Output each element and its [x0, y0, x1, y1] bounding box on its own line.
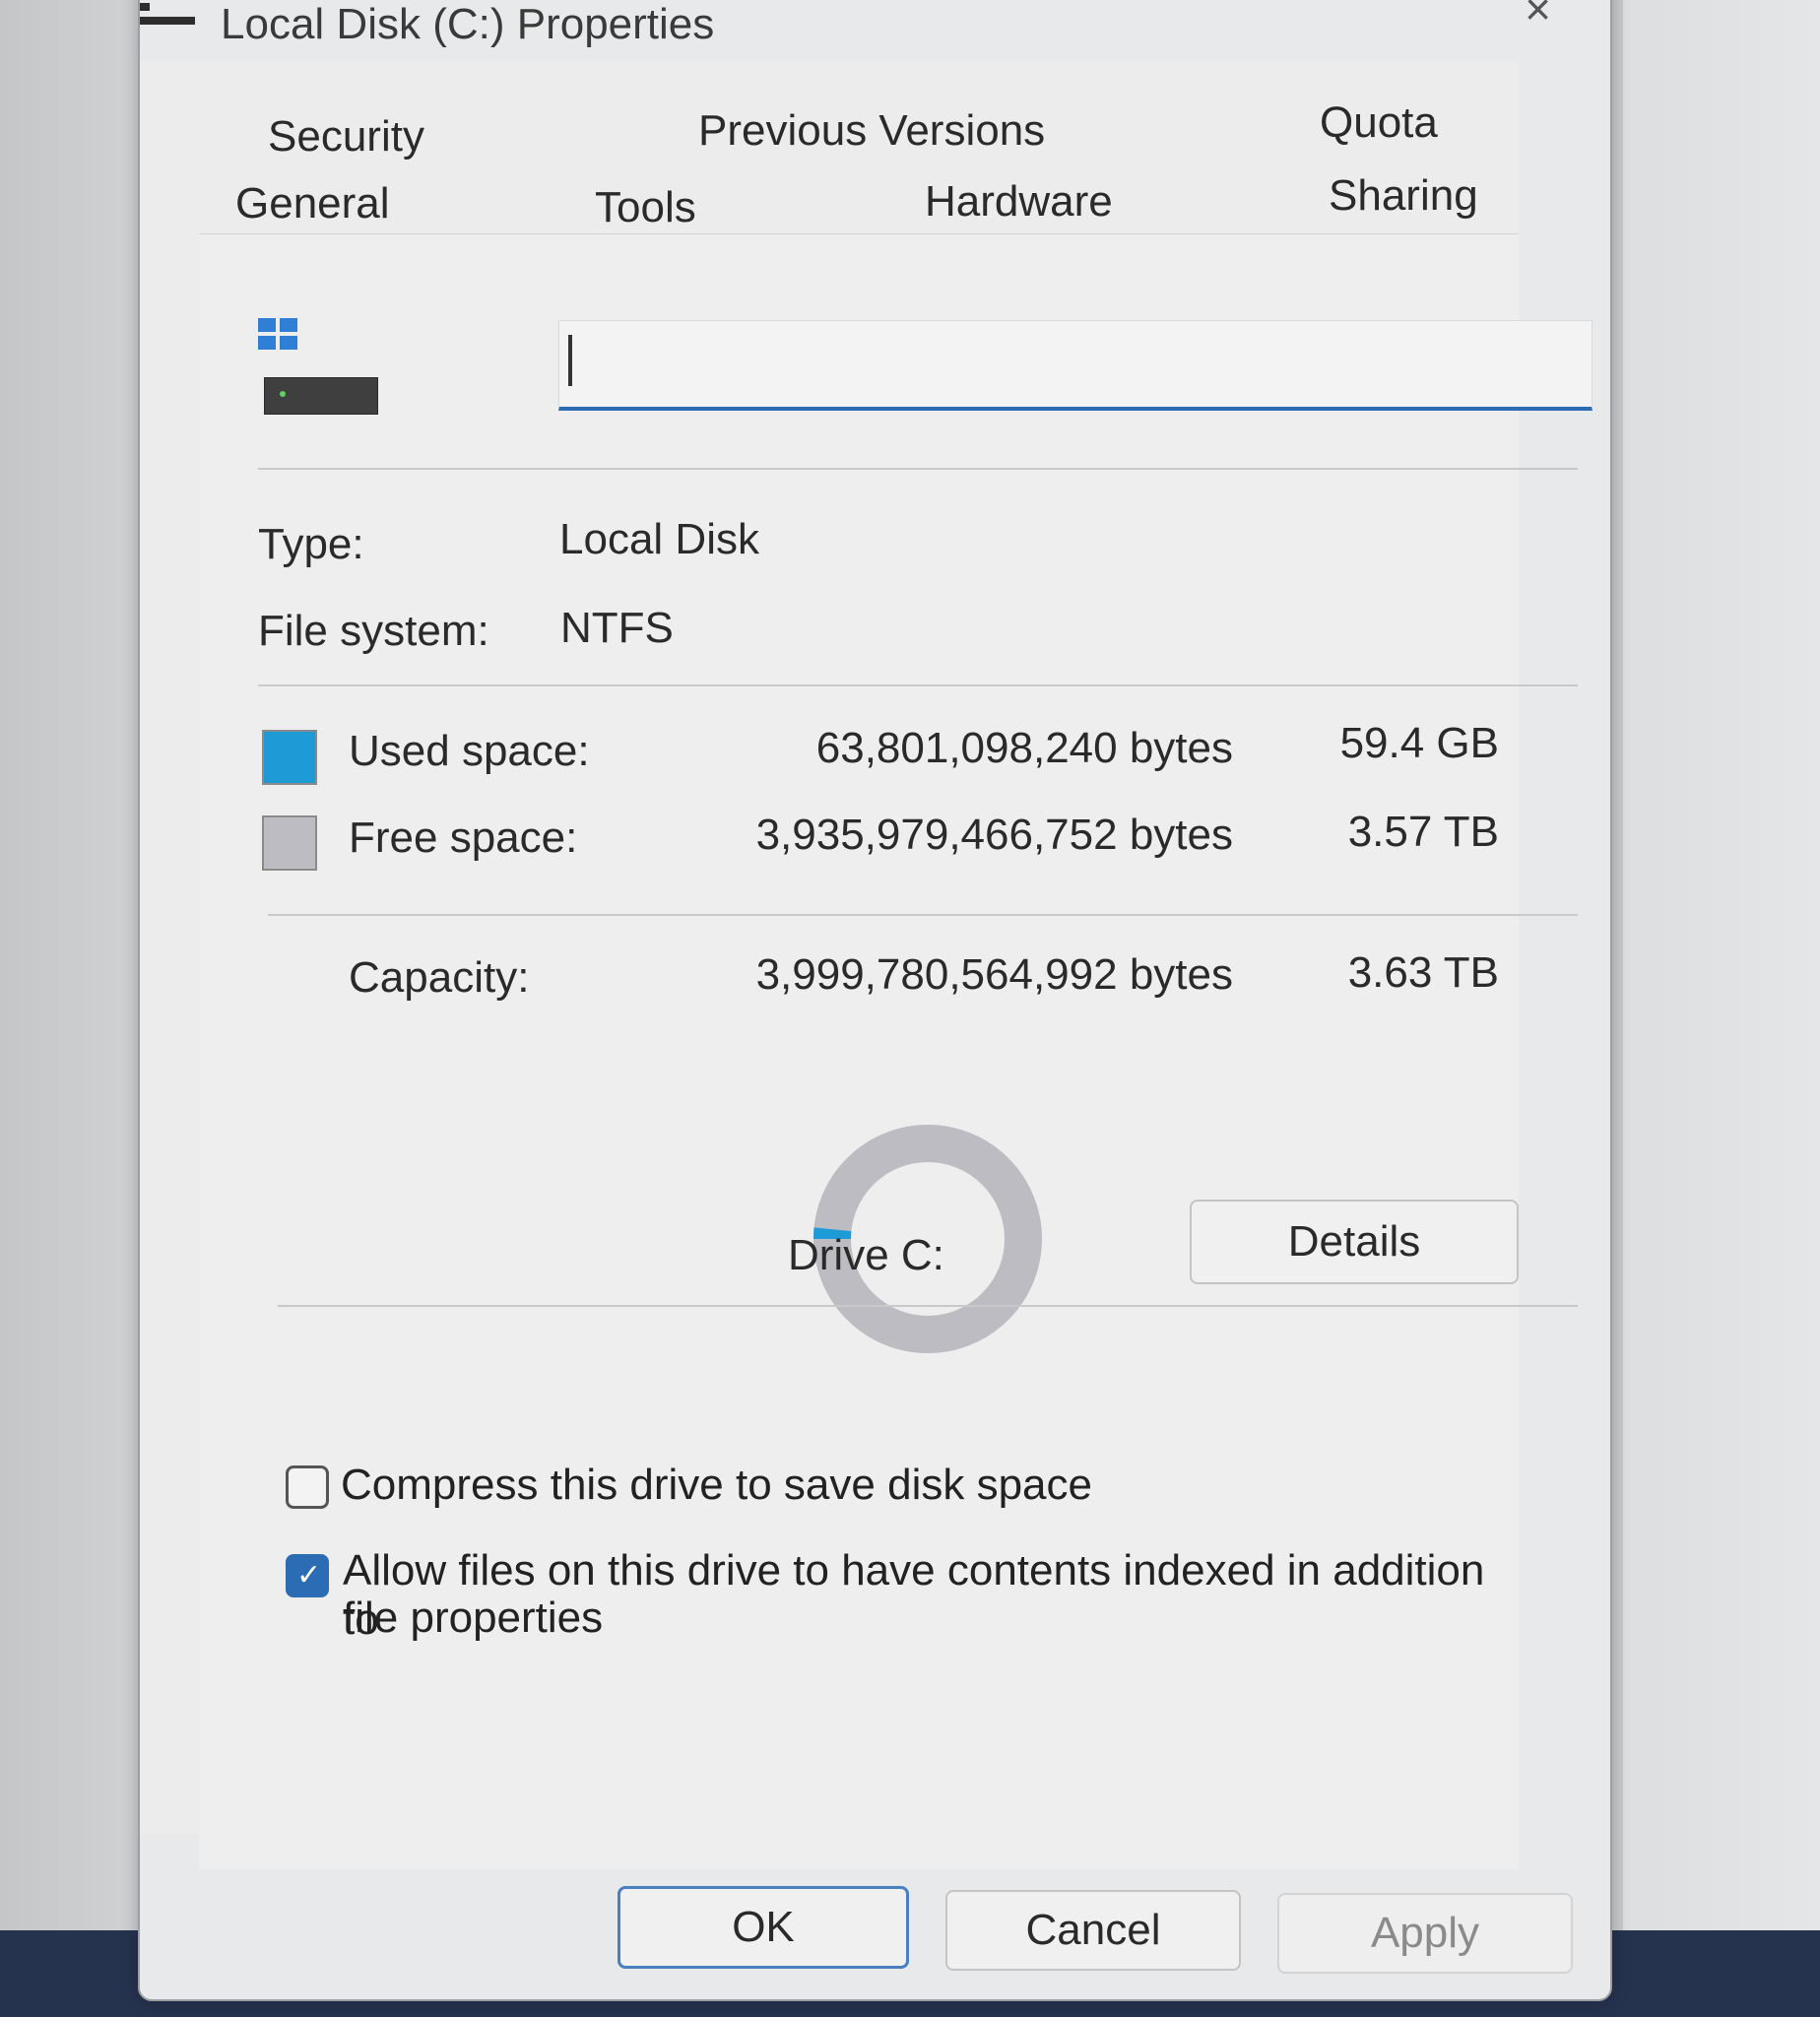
drive-title-icon — [140, 3, 195, 29]
free-space-label: Free space: — [349, 813, 578, 862]
capacity-size: 3.63 TB — [1347, 948, 1499, 997]
capacity-label: Capacity: — [349, 953, 530, 1002]
compress-label: Compress this drive to save disk space — [341, 1461, 1092, 1509]
used-space-label: Used space: — [349, 727, 590, 775]
drive-icon — [258, 318, 378, 426]
window-title: Local Disk (C:) Properties — [221, 0, 715, 48]
used-space-bytes: 63,801,098,240 bytes — [815, 724, 1233, 772]
divider — [258, 684, 1578, 686]
desktop-background-right — [1623, 0, 1820, 1960]
drive-label: Drive C: — [788, 1231, 944, 1279]
desktop-background-left — [0, 0, 148, 2017]
details-button[interactable]: Details — [1190, 1200, 1519, 1284]
volume-name-input[interactable] — [558, 320, 1592, 411]
ok-button[interactable]: OK — [618, 1886, 909, 1969]
index-checkbox[interactable]: ✓ — [286, 1554, 329, 1597]
free-space-swatch — [262, 815, 317, 871]
tab-sharing[interactable]: Sharing — [1329, 171, 1478, 221]
type-value: Local Disk — [559, 515, 759, 563]
check-icon: ✓ — [296, 1559, 322, 1592]
cancel-button[interactable]: Cancel — [945, 1890, 1241, 1971]
tab-security[interactable]: Security — [268, 112, 424, 162]
divider — [258, 468, 1578, 470]
free-space-bytes: 3,935,979,466,752 bytes — [755, 811, 1233, 859]
apply-button[interactable]: Apply — [1277, 1893, 1573, 1974]
capacity-bytes: 3,999,780,564,992 bytes — [755, 950, 1233, 999]
divider — [278, 1305, 1578, 1307]
file-system-value: NTFS — [560, 604, 674, 652]
used-space-swatch — [262, 730, 317, 785]
title-bar: Local Disk (C:) Properties × — [140, 0, 1610, 61]
free-space-size: 3.57 TB — [1347, 808, 1499, 856]
close-icon[interactable]: × — [1525, 0, 1551, 35]
properties-dialog: Local Disk (C:) Properties × Security Pr… — [138, 0, 1612, 2001]
index-label-line2: file properties — [343, 1594, 604, 1642]
tab-hardware[interactable]: Hardware — [925, 177, 1113, 227]
file-system-label: File system: — [258, 607, 489, 655]
tab-quota[interactable]: Quota — [1320, 98, 1438, 148]
general-tab-panel: Type: Local Disk File system: NTFS Used … — [199, 233, 1592, 1869]
tab-general[interactable]: General — [235, 179, 390, 228]
tab-previous-versions[interactable]: Previous Versions — [698, 106, 1045, 156]
tab-tools[interactable]: Tools — [595, 183, 696, 232]
divider — [268, 914, 1578, 916]
type-label: Type: — [258, 520, 364, 568]
dialog-content: Security Previous Versions Quota General… — [140, 61, 1592, 1869]
text-caret — [568, 335, 572, 386]
used-space-size: 59.4 GB — [1339, 719, 1499, 767]
compress-checkbox[interactable] — [286, 1465, 329, 1509]
